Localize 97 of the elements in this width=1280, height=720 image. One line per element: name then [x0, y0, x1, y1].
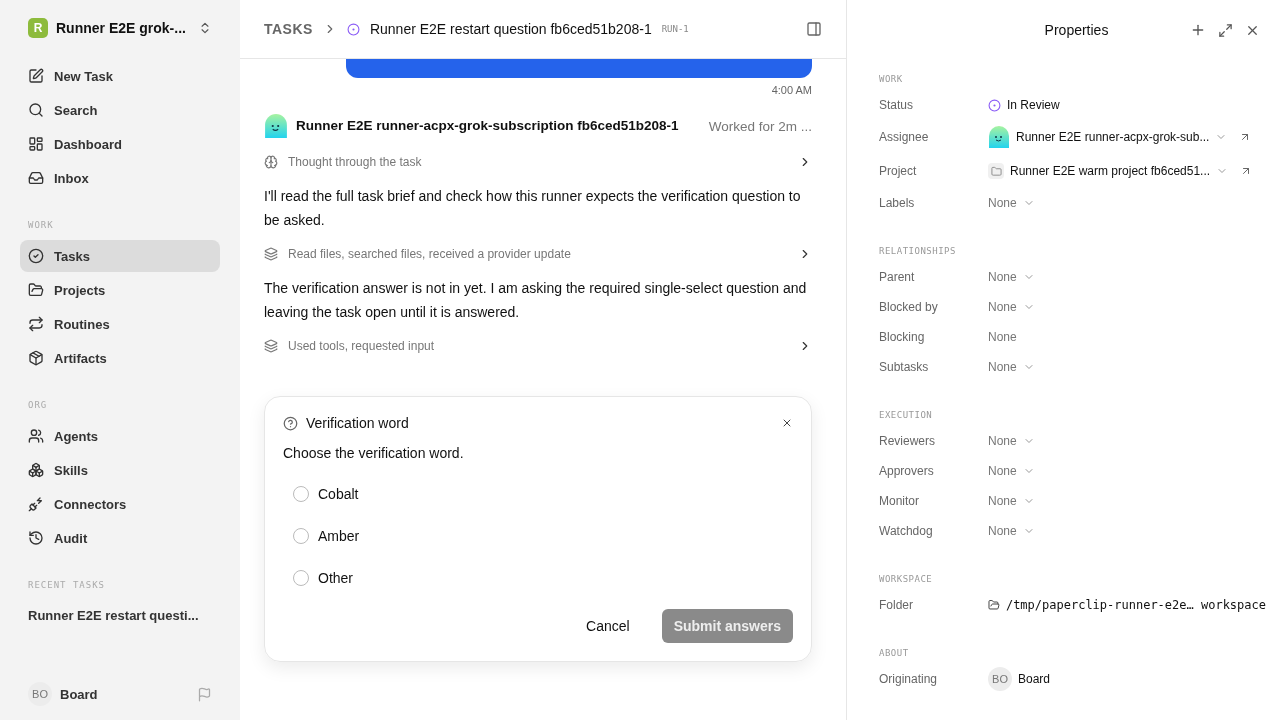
- property-label: Project: [879, 164, 918, 178]
- property-value[interactable]: None: [988, 300, 1017, 314]
- sidebar-item[interactable]: Inbox: [20, 162, 220, 194]
- agent-message: The verification answer is not in yet. I am asking the required single-select question and leaving the task open until it is answered.: [264, 279, 808, 322]
- sidebar-item[interactable]: Search: [20, 94, 220, 126]
- workspace-name[interactable]: Runner E2E grok-...: [56, 20, 190, 36]
- property-label: Monitor: [879, 494, 920, 508]
- section-heading: EXECUTION: [879, 410, 934, 420]
- workspace-logo: R: [28, 18, 48, 38]
- sidebar-item[interactable]: Audit: [20, 522, 220, 554]
- breadcrumb-link[interactable]: TASKS: [264, 21, 313, 37]
- property-value[interactable]: None: [988, 464, 1017, 478]
- property-label: Parent: [879, 270, 916, 284]
- box-icon: [28, 350, 44, 366]
- question-title: Verification word: [306, 415, 410, 431]
- option-label[interactable]: Other: [318, 570, 353, 586]
- question-prompt: Choose the verification word.: [283, 445, 465, 461]
- section-heading: WORKSPACE: [879, 574, 934, 584]
- property-value: /tmp/paperclip-runner-e2e… workspace: [1005, 598, 1266, 612]
- worked-duration: Worked for 2m ...: [708, 118, 812, 134]
- property-value[interactable]: Runner E2E warm project fb6ced51...: [1010, 164, 1211, 178]
- sidebar-item[interactable]: Routines: [20, 308, 220, 340]
- blocks-icon: [28, 462, 44, 478]
- property-label: Subtasks: [879, 360, 930, 374]
- property-value: Board: [1018, 672, 1051, 686]
- panel-toggle-icon[interactable]: [806, 21, 822, 37]
- agent-message: I'll read the full task brief and check how this runner expects the verification question to be asked.: [264, 187, 802, 230]
- property-value: In Review: [1007, 98, 1060, 112]
- sidebar-item[interactable]: Skills: [20, 454, 220, 486]
- property-label: Status: [879, 98, 915, 112]
- folder-icon: [988, 598, 1000, 612]
- layers-icon: [264, 339, 278, 353]
- property-label: Blocking: [879, 330, 926, 344]
- property-label: Watchdog: [879, 524, 934, 538]
- search-icon: [28, 102, 44, 118]
- status-icon: [346, 22, 360, 36]
- property-value[interactable]: None: [988, 196, 1017, 210]
- property-value[interactable]: None: [988, 270, 1017, 284]
- option-label[interactable]: Cobalt: [318, 486, 359, 502]
- run-tag: RUN-1: [661, 24, 689, 34]
- dashboard-icon: [28, 136, 44, 152]
- check-circle-icon: [28, 248, 44, 264]
- brain-icon: [264, 155, 278, 169]
- user-avatar: BO: [28, 682, 52, 706]
- help-icon: [283, 415, 298, 431]
- layers-icon: [264, 247, 278, 261]
- sidebar-item[interactable]: Projects: [20, 274, 220, 306]
- pen-square-icon: [28, 68, 44, 84]
- folder-icon: [988, 163, 1004, 179]
- activity-summary[interactable]: Read files, searched files, received a provider update: [264, 240, 812, 268]
- property-value: None: [988, 330, 1017, 344]
- message-time: 4:00 AM: [770, 84, 812, 96]
- task-title: Runner E2E restart question fb6ced51b208-1: [369, 21, 652, 37]
- option-label[interactable]: Amber: [318, 528, 360, 544]
- section-heading: WORK: [879, 74, 904, 84]
- history-icon: [28, 530, 44, 546]
- sidebar-item[interactable]: Dashboard: [20, 128, 220, 160]
- property-label: Assignee: [879, 130, 930, 144]
- sidebar-item[interactable]: Artifacts: [20, 342, 220, 374]
- property-label: Reviewers: [879, 434, 936, 448]
- activity-summary[interactable]: Used tools, requested input: [264, 332, 812, 360]
- property-value[interactable]: None: [988, 360, 1017, 374]
- sidebar-item[interactable]: New Task: [20, 60, 220, 92]
- property-label: Folder: [879, 598, 914, 612]
- section-heading: RECENT TASKS: [27, 580, 107, 590]
- panel-title: Properties: [1043, 22, 1110, 38]
- repeat-icon: [28, 316, 44, 332]
- section-heading: ORG: [27, 400, 49, 410]
- flag-icon[interactable]: [197, 686, 212, 702]
- ghost-avatar-icon: [988, 126, 1010, 148]
- folder-icon: [28, 282, 44, 298]
- sidebar-item[interactable]: Connectors: [20, 488, 220, 520]
- plug-icon: [28, 496, 44, 512]
- property-label: Originating: [879, 672, 939, 686]
- activity-summary[interactable]: Thought through the task: [264, 148, 812, 176]
- cancel-button[interactable]: Cancel: [574, 610, 642, 642]
- section-heading: ABOUT: [879, 648, 910, 658]
- user-name[interactable]: Board: [60, 686, 189, 702]
- property-label: Labels: [879, 196, 916, 210]
- recent-task[interactable]: Runner E2E restart questi...: [20, 600, 220, 631]
- property-value[interactable]: None: [988, 524, 1017, 538]
- property-label: Approvers: [879, 464, 935, 478]
- sidebar-item[interactable]: Tasks: [20, 240, 220, 272]
- property-value[interactable]: Runner E2E runner-acpx-grok-sub...: [1016, 130, 1210, 144]
- status-icon: [988, 98, 1001, 112]
- close-icon[interactable]: [781, 417, 793, 429]
- sidebar-item[interactable]: Agents: [20, 420, 220, 452]
- property-label: Blocked by: [879, 300, 939, 314]
- property-value[interactable]: None: [988, 434, 1017, 448]
- ghost-avatar-icon: [264, 114, 288, 138]
- inbox-icon: [28, 170, 44, 186]
- section-heading: RELATIONSHIPS: [879, 246, 957, 256]
- agent-name: Runner E2E runner-acpx-grok-subscription fb6ced51b208-1: [296, 117, 680, 135]
- section-heading: WORK: [27, 220, 55, 230]
- property-value[interactable]: None: [988, 494, 1017, 508]
- user-avatar: BO: [988, 667, 1012, 691]
- people-icon: [28, 428, 44, 444]
